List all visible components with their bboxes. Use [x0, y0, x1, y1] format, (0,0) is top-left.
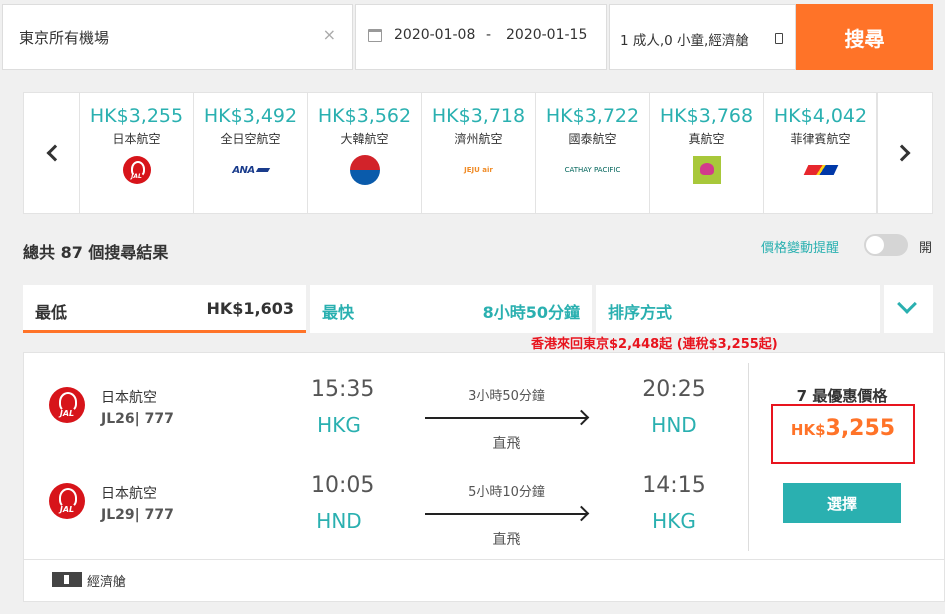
airline-card-jeju-air[interactable]: HK$3,718 濟州航空 JEJU air — [422, 93, 536, 213]
passengers-field[interactable]: 1 成人,0 小童,經濟艙 — [609, 4, 796, 70]
departure-airport: HKG — [317, 413, 361, 437]
card-divider — [24, 559, 944, 560]
date-separator: - — [486, 27, 492, 43]
search-button[interactable]: 搜尋 — [796, 4, 933, 70]
jeju-air-logo-icon: JEJU air — [464, 166, 493, 174]
airline-card-peach[interactable]: HK$3,768 真航空 — [650, 93, 764, 213]
return-leg: JAL 日本航空 JL29| 777 10:05 HND 5小時10分鐘 直飛 … — [24, 469, 744, 559]
tab-meta: HK$1,603 — [206, 299, 294, 318]
carousel-prev-button[interactable] — [24, 93, 80, 213]
airline-card-korean-air[interactable]: HK$3,562 大韓航空 — [308, 93, 422, 213]
cabin-class: 經濟艙 — [87, 575, 127, 590]
jal-logo-icon: JAL — [49, 387, 85, 423]
leg-flight-number: JL29| 777 — [101, 507, 174, 523]
date-range-field[interactable]: 2020-01-08 - 2020-01-15 — [355, 4, 607, 70]
airline-price: HK$3,255 — [89, 105, 184, 127]
clear-icon[interactable]: × — [323, 25, 336, 44]
airline-name: 真航空 — [688, 132, 725, 146]
tab-label: 最低 — [35, 303, 68, 322]
tab-label: 排序方式 — [608, 303, 673, 322]
offers-count: 7 最優惠價格 — [796, 387, 888, 405]
cathay-pacific-logo-icon: CATHAY PACIFIC — [564, 166, 621, 174]
search-bar: 東京所有機場 × 2020-01-08 - 2020-01-15 1 成人,0 … — [0, 0, 945, 70]
philippine-airlines-logo-icon — [803, 165, 838, 175]
carousel-next-button[interactable] — [876, 93, 932, 213]
airline-card-jal[interactable]: HK$3,255 日本航空 JAL — [80, 93, 194, 213]
toggle-state-label: 開 — [919, 241, 933, 256]
airline-name: 濟州航空 — [454, 132, 503, 146]
airline-price: HK$4,042 — [773, 105, 868, 127]
destination-value: 東京所有機場 — [19, 29, 110, 47]
airline-price: HK$3,718 — [431, 105, 526, 127]
tab-sort-options[interactable]: 排序方式 — [596, 285, 880, 333]
flight-duration: 3小時50分鐘 — [468, 389, 545, 404]
ticket-icon — [52, 572, 82, 587]
airline-name: 全日空航空 — [220, 132, 281, 146]
flight-duration: 5小時10分鐘 — [468, 485, 545, 500]
airline-price: HK$3,562 — [317, 105, 412, 127]
arrival-airport: HND — [651, 413, 697, 437]
best-price: HK$3,255 — [771, 404, 915, 464]
airline-name: 日本航空 — [112, 132, 161, 146]
promo-text: 香港來回東京$2,448起 (連稅$3,255起) — [531, 337, 778, 352]
chevron-down-icon — [897, 294, 917, 314]
departure-time: 15:35 — [311, 377, 375, 402]
stops-label: 直飛 — [492, 532, 521, 548]
airline-card-cathay-pacific[interactable]: HK$3,722 國泰航空 CATHAY PACIFIC — [536, 93, 650, 213]
departure-time: 10:05 — [311, 473, 375, 498]
toggle-knob — [866, 236, 884, 254]
leg-airline: 日本航空 — [101, 486, 157, 502]
chevron-right-icon — [893, 144, 910, 162]
departure-airport: HND — [316, 509, 362, 533]
airline-name: 國泰航空 — [568, 132, 617, 146]
leg-airline: 日本航空 — [101, 390, 157, 406]
price-alert-toggle[interactable] — [864, 234, 908, 256]
price-divider — [748, 363, 749, 551]
tab-label: 最快 — [322, 303, 355, 322]
expand-sort-button[interactable] — [884, 285, 933, 333]
jal-logo-icon: JAL — [122, 156, 151, 184]
airline-name: 大韓航空 — [340, 132, 389, 146]
tab-fastest[interactable]: 最快 8小時50分鐘 — [310, 285, 592, 333]
arrival-time: 14:15 — [642, 473, 706, 498]
airline-card-ana[interactable]: HK$3,492 全日空航空 ANA — [194, 93, 308, 213]
flight-result-card: JAL 日本航空 JL26| 777 15:35 HKG 3小時50分鐘 直飛 … — [23, 352, 945, 602]
airline-price: HK$3,768 — [659, 105, 754, 127]
jal-logo-icon: JAL — [49, 483, 85, 519]
price-currency: HK$ — [790, 421, 826, 439]
price-alert-label[interactable]: 價格變動提醒 — [761, 237, 839, 256]
tab-cheapest[interactable]: 最低 HK$1,603 — [23, 285, 306, 333]
arrival-airport: HKG — [652, 509, 696, 533]
outbound-leg: JAL 日本航空 JL26| 777 15:35 HKG 3小時50分鐘 直飛 … — [24, 373, 744, 463]
stops-label: 直飛 — [492, 436, 521, 452]
airline-price: HK$3,722 — [545, 105, 640, 127]
arrival-time: 20:25 — [642, 377, 706, 402]
airline-price: HK$3,492 — [203, 105, 298, 127]
results-count: 總共 87 個搜尋結果 — [23, 243, 169, 262]
select-button[interactable]: 選擇 — [783, 483, 901, 523]
arrow-right-icon — [425, 417, 587, 419]
ana-logo-icon: ANA — [232, 165, 270, 176]
destination-field[interactable]: 東京所有機場 × — [2, 4, 353, 70]
calendar-icon — [368, 29, 382, 42]
passenger-dropdown-icon — [775, 33, 783, 44]
depart-date: 2020-01-08 — [394, 27, 476, 43]
passengers-value: 1 成人,0 小童,經濟艙 — [620, 33, 749, 49]
return-date: 2020-01-15 — [506, 27, 588, 43]
korean-air-logo-icon — [349, 155, 380, 185]
tab-meta: 8小時50分鐘 — [482, 303, 580, 322]
airline-price-carousel: HK$3,255 日本航空 JAL HK$3,492 全日空航空 ANA HK$… — [23, 92, 933, 214]
price-amount: 3,255 — [825, 416, 896, 441]
arrow-right-icon — [425, 513, 587, 515]
peach-logo-icon — [692, 156, 721, 184]
chevron-left-icon — [46, 144, 63, 162]
airline-card-philippine-airlines[interactable]: HK$4,042 菲律賓航空 — [764, 93, 878, 213]
airline-name: 菲律賓航空 — [790, 132, 851, 146]
leg-flight-number: JL26| 777 — [101, 411, 174, 427]
